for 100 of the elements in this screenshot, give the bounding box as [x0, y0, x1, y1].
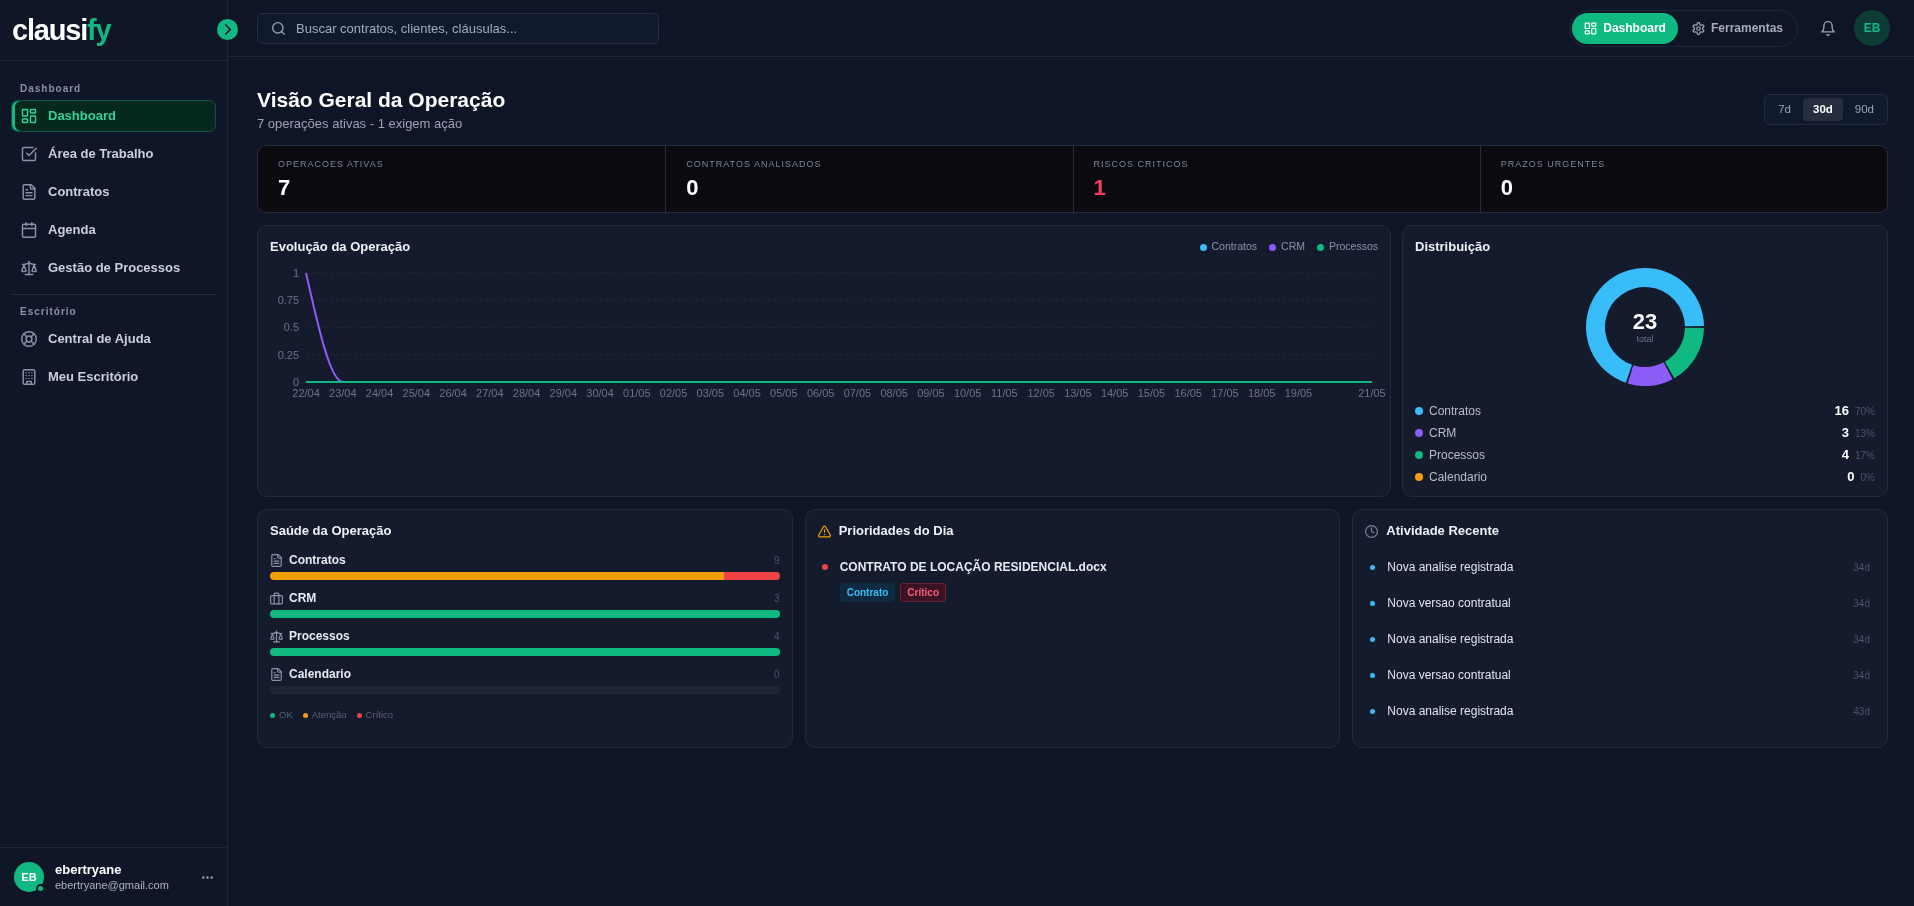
sidebar-nav-item[interactable]: Gestão de Processos — [11, 252, 216, 284]
x-axis-label: 27/04 — [476, 386, 504, 399]
stat-label: PRAZOS URGENTES — [1500, 158, 1607, 170]
card-title: Evolução da Operação — [270, 238, 411, 256]
stat-label: OPERACOES ATIVAS — [278, 158, 385, 170]
activity-time: 34d — [1853, 632, 1870, 647]
activity-time: 34d — [1853, 596, 1870, 611]
x-axis-label: 21/05 — [1358, 386, 1386, 399]
category-label: CRM — [289, 590, 317, 607]
user-name: ebertryane — [55, 862, 123, 878]
legend-label: Crítico — [365, 708, 394, 722]
x-axis-label: 07/05 — [843, 386, 872, 399]
legend-label: Contratos — [1211, 239, 1258, 255]
x-axis-label: 06/05 — [806, 386, 835, 399]
x-axis-label: 18/05 — [1247, 386, 1276, 399]
sidebar-nav-item[interactable]: Área de Trabalho — [11, 138, 216, 170]
activity-dot-icon — [1370, 708, 1376, 714]
activity-text: Nova versao contratual — [1387, 595, 1511, 612]
activity-dot-icon — [1370, 636, 1376, 642]
x-axis-label: 26/04 — [439, 386, 467, 399]
category-count: 3 — [774, 591, 780, 606]
section-heading: Escritório — [19, 305, 78, 319]
legend-label: Processos — [1429, 447, 1486, 464]
card-title: Distribuição — [1415, 238, 1492, 256]
legend-count: 16 — [1834, 402, 1849, 421]
x-axis-label: 05/05 — [770, 386, 798, 399]
x-axis-label: 09/05 — [917, 386, 945, 399]
legend-count: 0 — [1847, 468, 1855, 487]
sidebar-nav-item[interactable]: Contratos — [11, 176, 216, 208]
period-option[interactable]: 90d — [1844, 98, 1884, 121]
sidebar-nav-item[interactable]: Central de Ajuda — [11, 323, 216, 355]
x-axis-label: 16/05 — [1174, 386, 1202, 399]
stat-label: CONTRATOS ANALISADOS — [686, 158, 823, 170]
activity-dot-icon — [1370, 600, 1376, 606]
logo: clausify — [12, 15, 111, 45]
x-axis-label: 19/05 — [1284, 386, 1313, 399]
legend-count: 4 — [1841, 446, 1849, 465]
y-axis-label: 0.5 — [283, 321, 299, 334]
stat-value: 0 — [686, 175, 700, 201]
lifebuoy-icon — [21, 331, 37, 347]
building-icon — [21, 369, 37, 385]
page-title: Visão Geral da Operação — [257, 87, 506, 113]
x-axis-label: 28/04 — [512, 386, 541, 399]
y-axis-label: 0.25 — [277, 348, 299, 361]
legend-label: Contratos — [1429, 403, 1482, 420]
x-axis-label: 04/05 — [733, 386, 761, 399]
x-axis-label: 15/05 — [1137, 386, 1166, 399]
stat-value: 7 — [278, 175, 292, 201]
period-option[interactable]: 7d — [1768, 98, 1801, 121]
chevron-right-icon — [224, 24, 231, 35]
sidebar-nav-item[interactable]: Agenda — [11, 214, 216, 246]
category-count: 4 — [774, 629, 780, 644]
x-axis-label: 22/04 — [292, 386, 320, 399]
activity-text: Nova analise registrada — [1387, 631, 1514, 648]
card-title: Saúde da Operação — [270, 522, 393, 540]
sidebar-toggle-button[interactable] — [217, 19, 238, 40]
x-axis-label: 02/05 — [659, 386, 688, 399]
card-title: Prioridades do Dia — [838, 522, 954, 540]
category-label: Calendario — [289, 666, 351, 683]
total-label: total — [1636, 334, 1654, 344]
x-axis-label: 24/04 — [365, 386, 394, 399]
sidebar-nav-item[interactable]: Dashboard — [11, 100, 216, 132]
search-icon — [272, 21, 285, 35]
y-axis-label: 1 — [292, 267, 299, 279]
card-title: Atividade Recente — [1386, 522, 1500, 540]
x-axis-label: 29/04 — [549, 386, 578, 399]
y-axis-label: 0.75 — [277, 294, 299, 307]
x-axis-label: 30/04 — [586, 386, 614, 399]
stat-label: RISCOS CRITICOS — [1093, 158, 1190, 170]
document-tag: Contrato — [839, 583, 896, 602]
period-option[interactable]: 30d — [1803, 98, 1843, 121]
legend-percent: 70% — [1855, 404, 1875, 419]
legend-label: CRM — [1281, 239, 1305, 255]
document-title: CONTRATO DE LOCAÇÃO RESIDENCIAL.docx — [839, 558, 1107, 576]
legend-label: Calendario — [1429, 469, 1488, 486]
x-axis-label: 12/05 — [1027, 386, 1055, 399]
x-axis-label: 08/05 — [880, 386, 908, 399]
category-label: Contratos — [289, 552, 346, 569]
category-label: Processos — [289, 628, 350, 645]
legend-label: Processos — [1328, 239, 1378, 255]
notification-bell-icon[interactable] — [1821, 20, 1835, 36]
checkbox-icon — [21, 146, 37, 162]
scales-icon — [270, 629, 283, 643]
more-icon[interactable] — [202, 875, 213, 879]
y-axis-label: 0 — [292, 375, 299, 388]
page-subtitle: 7 operações ativas - 1 exigem ação — [257, 115, 464, 132]
grid-icon — [21, 108, 37, 124]
user-avatar[interactable]: EB — [1854, 10, 1890, 46]
activity-text: Nova analise registrada — [1387, 703, 1514, 720]
settings-icon — [1691, 21, 1705, 35]
search-field[interactable]: Buscar contratos, clientes, cláusulas... — [257, 12, 659, 44]
document-tag: Crítico — [900, 583, 946, 602]
activity-text: Nova versao contratual — [1387, 667, 1511, 684]
legend-label: Atenção — [311, 708, 347, 722]
activity-time: 43d — [1853, 704, 1870, 719]
clock-icon — [1365, 524, 1379, 538]
activity-time: 34d — [1853, 560, 1870, 575]
view-tab[interactable]: Ferramentas — [1679, 12, 1795, 44]
sidebar-nav-item[interactable]: Meu Escritório — [11, 361, 216, 393]
section-heading: Dashboard — [19, 82, 83, 96]
